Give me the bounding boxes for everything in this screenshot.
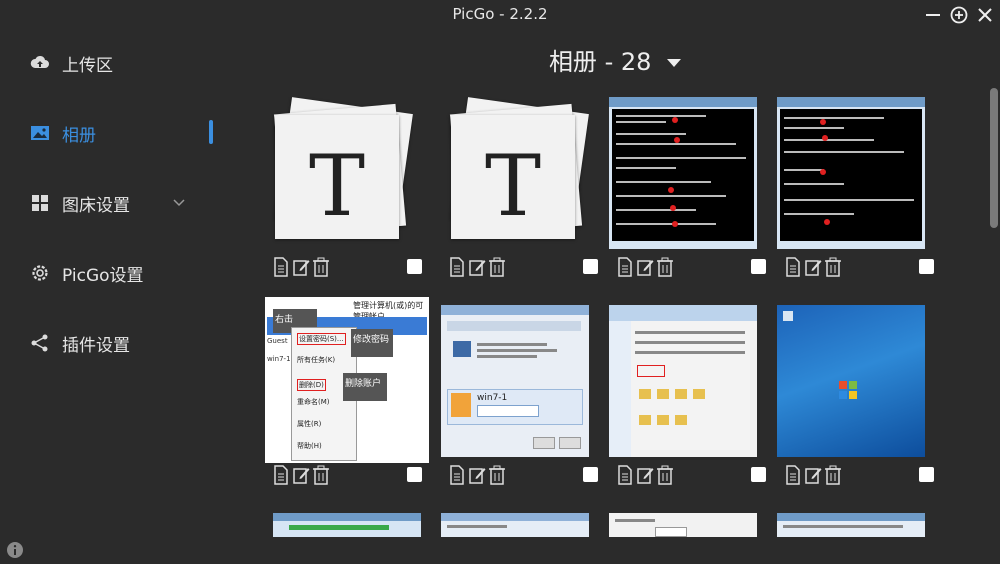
select-checkbox[interactable] <box>583 467 598 482</box>
thumbnail[interactable] <box>609 97 757 249</box>
thumbnail[interactable]: T <box>441 97 589 249</box>
sidebar-item-picbed-settings[interactable]: 图床设置 <box>30 188 130 218</box>
edit-icon[interactable] <box>468 465 486 485</box>
select-checkbox[interactable] <box>583 259 598 274</box>
trash-icon[interactable] <box>656 465 674 485</box>
edit-icon[interactable] <box>468 257 486 277</box>
thumbnail[interactable] <box>777 97 925 249</box>
sidebar-item-album[interactable]: 相册 <box>30 118 96 148</box>
share-icon <box>30 333 50 353</box>
thumbnail[interactable]: 管理计算机(或)的可管理帐户 右击 Guest win7-1 设置密码(S)..… <box>265 297 429 463</box>
trash-icon[interactable] <box>656 257 674 277</box>
title-bar: PicGo - 2.2.2 <box>0 0 1000 30</box>
select-checkbox[interactable] <box>751 259 766 274</box>
edit-icon[interactable] <box>292 257 310 277</box>
t-sticker: T <box>451 115 575 239</box>
sidebar-item-label: 图床设置 <box>62 195 130 216</box>
trash-icon[interactable] <box>312 465 330 485</box>
thumbnail[interactable]: win7-1 <box>441 305 589 457</box>
image-card[interactable] <box>777 513 941 537</box>
image-card[interactable] <box>609 513 773 537</box>
trash-icon[interactable] <box>488 465 506 485</box>
trash-icon[interactable] <box>312 257 330 277</box>
maximize-icon[interactable] <box>948 4 970 26</box>
image-card[interactable] <box>609 305 773 485</box>
thumbnail[interactable] <box>609 513 757 537</box>
document-icon[interactable] <box>616 465 634 485</box>
edit-icon[interactable] <box>636 257 654 277</box>
edit-icon[interactable] <box>804 257 822 277</box>
sidebar-item-label: 相册 <box>62 125 96 146</box>
trash-icon[interactable] <box>488 257 506 277</box>
image-card[interactable] <box>777 305 941 485</box>
album-title-text: 相册 - 28 <box>548 48 652 76</box>
select-checkbox[interactable] <box>407 259 422 274</box>
info-icon[interactable] <box>6 541 24 559</box>
image-card[interactable] <box>441 513 605 537</box>
trash-icon[interactable] <box>824 465 842 485</box>
grid-icon <box>30 193 50 213</box>
document-icon[interactable] <box>272 257 290 277</box>
thumbnail[interactable] <box>273 513 421 537</box>
select-checkbox[interactable] <box>919 467 934 482</box>
thumbnail[interactable]: T <box>265 97 413 249</box>
image-card[interactable]: 管理计算机(或)的可管理帐户 右击 Guest win7-1 设置密码(S)..… <box>265 297 429 485</box>
close-icon[interactable] <box>974 4 996 26</box>
thumbnail[interactable] <box>441 513 589 537</box>
t-sticker: T <box>275 115 399 239</box>
document-icon[interactable] <box>616 257 634 277</box>
image-icon <box>30 123 50 143</box>
sidebar-item-label: PicGo设置 <box>62 265 144 286</box>
edit-icon[interactable] <box>292 465 310 485</box>
thumbnail[interactable] <box>777 305 925 457</box>
select-checkbox[interactable] <box>407 467 422 482</box>
image-card[interactable]: T <box>441 97 605 277</box>
sidebar-item-picgo-settings[interactable]: PicGo设置 <box>30 258 144 288</box>
document-icon[interactable] <box>784 257 802 277</box>
image-grid: T T 管理计算机(或)的可 右击 Guest win7-1 设置密码(S)..… <box>265 97 965 537</box>
image-card[interactable] <box>609 97 773 277</box>
gear-icon <box>30 263 50 283</box>
edit-icon[interactable] <box>636 465 654 485</box>
document-icon[interactable] <box>784 465 802 485</box>
document-icon[interactable] <box>448 257 466 277</box>
minimize-icon[interactable] <box>922 4 944 26</box>
document-icon[interactable] <box>272 465 290 485</box>
image-card[interactable] <box>777 97 941 277</box>
album-title[interactable]: 相册 - 28 <box>0 42 1000 77</box>
image-card[interactable]: T <box>265 97 429 277</box>
trash-icon[interactable] <box>824 257 842 277</box>
select-checkbox[interactable] <box>919 259 934 274</box>
select-checkbox[interactable] <box>751 467 766 482</box>
active-indicator <box>209 120 213 144</box>
sidebar-item-plugin-settings[interactable]: 插件设置 <box>30 328 130 358</box>
edit-icon[interactable] <box>804 465 822 485</box>
image-card[interactable]: win7-1 <box>441 305 605 485</box>
sidebar: 上传区 相册 图床设置 PicGo设置 插件设置 <box>0 30 230 564</box>
caret-down-icon[interactable] <box>667 58 682 68</box>
thumbnail[interactable] <box>777 513 925 537</box>
document-icon[interactable] <box>448 465 466 485</box>
chevron-down-icon[interactable] <box>172 196 186 210</box>
sidebar-item-label: 插件设置 <box>62 335 130 356</box>
image-card[interactable] <box>273 513 437 537</box>
window-title: PicGo - 2.2.2 <box>452 5 548 23</box>
thumbnail[interactable] <box>609 305 757 457</box>
scrollbar-thumb[interactable] <box>990 88 998 228</box>
